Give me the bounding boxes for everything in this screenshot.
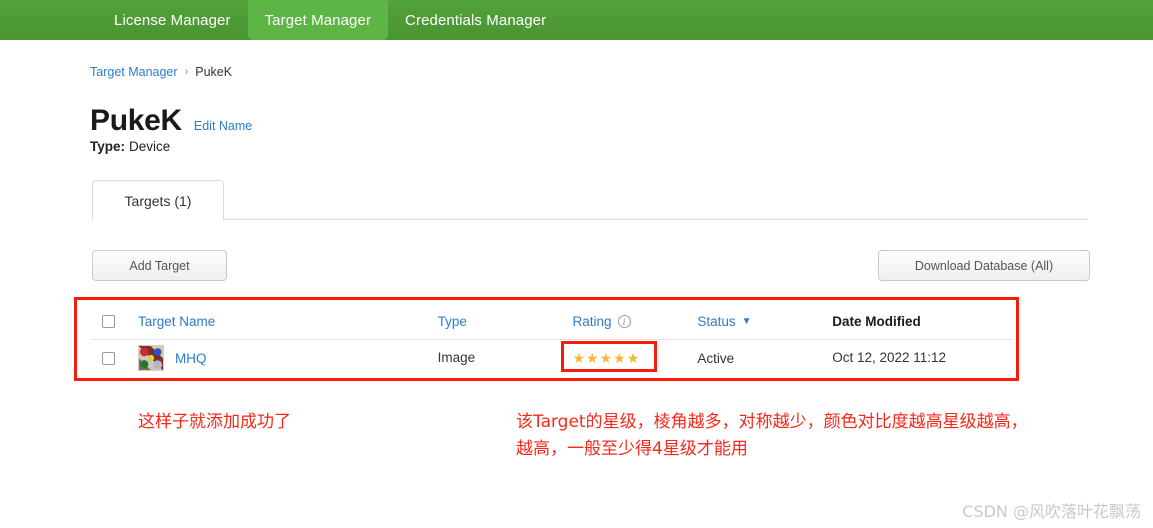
column-header-type[interactable]: Type [438,314,467,329]
column-header-rating[interactable]: Rating [572,314,611,329]
annotation-note-left: 这样子就添加成功了 [138,412,291,432]
target-thumbnail [137,345,164,371]
row-select-cell [92,351,138,365]
date-modified-cell: Oct 12, 2022 11:12 [832,350,947,365]
breadcrumb-current: PukeK [195,65,233,79]
select-all-checkbox[interactable] [102,315,115,328]
target-type-row: Type: Device [90,139,170,154]
edit-name-link[interactable]: Edit Name [194,119,252,133]
column-header-status[interactable]: Status [697,314,735,329]
tab-bar: Targets (1) [92,180,1088,221]
column-header-date-modified: Date Modified [832,313,921,329]
breadcrumb-separator-icon: › [184,66,189,78]
row-checkbox[interactable] [102,351,115,365]
annotation-note-right: 该Target的星级，棱角越多，对称越少，颜色对比度越高星级越高， 越高，一般至… [516,412,1028,459]
nav-item-credentials-manager[interactable]: Credentials Manager [388,0,563,40]
tab-targets[interactable]: Targets (1) [92,180,224,221]
target-type-label: Type: [90,139,126,154]
add-target-button[interactable]: Add Target [92,250,227,281]
watermark: CSDN @风吹落叶花飘荡 [962,502,1141,521]
nav-item-target-manager[interactable]: Target Manager [247,0,389,40]
breadcrumb-link-target-manager[interactable]: Target Manager [90,65,178,79]
status-cell: Active [697,350,735,366]
targets-table: Target Name Type Rating i Status ▼ Date … [92,304,1012,376]
select-all-cell [92,315,138,328]
chevron-down-icon[interactable]: ▼ [742,316,752,327]
nav-item-license-manager[interactable]: License Manager [97,0,248,40]
target-type-value: Device [129,139,171,154]
app-window: License Manager Target Manager Credentia… [0,0,1153,528]
column-header-target-name[interactable]: Target Name [138,314,215,329]
info-icon[interactable]: i [617,315,631,328]
table-row[interactable]: MHQ Image ★★★★★ Active Oct 12, 2022 11:1… [92,340,1012,376]
page-title: PukeK [90,104,182,137]
table-header-row: Target Name Type Rating i Status ▼ Date … [92,304,1012,340]
rating-stars: ★★★★★ [572,350,641,366]
top-navigation-bar: License Manager Target Manager Credentia… [0,0,1153,40]
breadcrumb: Target Manager › PukeK [90,65,232,79]
page-title-row: PukeK Edit Name [90,104,252,138]
download-database-button[interactable]: Download Database (All) [878,250,1090,281]
target-type-cell: Image [437,350,476,365]
target-name-link[interactable]: MHQ [175,351,207,366]
